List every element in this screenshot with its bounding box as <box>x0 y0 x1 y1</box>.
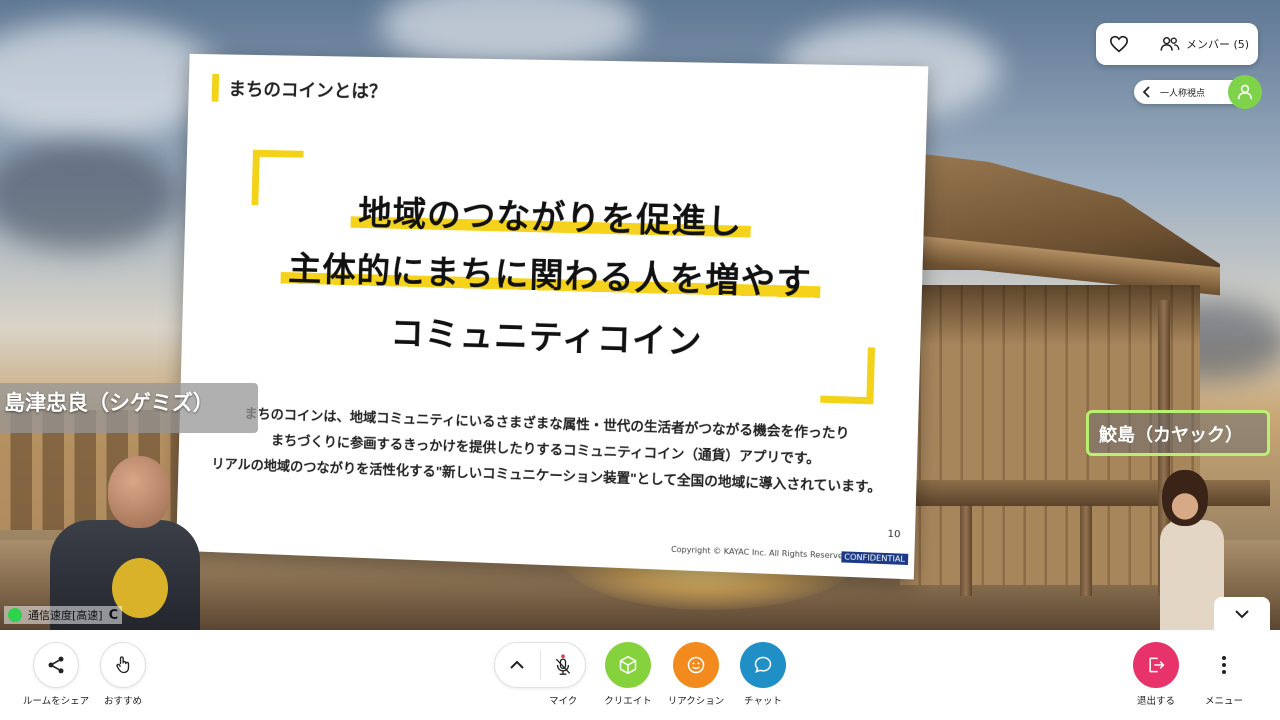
reaction-button-circle[interactable] <box>673 642 719 688</box>
mic-toggle-button[interactable] <box>540 642 585 688</box>
first-person-view-button[interactable] <box>1228 75 1262 109</box>
building-post <box>960 506 972 596</box>
chat-button-circle[interactable] <box>740 642 786 688</box>
network-status: 通信速度[高速] C <box>4 606 122 624</box>
slide-copyright: Copyright © KAYAC Inc. All Rights Reserv… <box>671 545 851 561</box>
headline-3-text: コミュニティコイン <box>390 315 703 362</box>
heart-icon <box>1109 35 1129 53</box>
chevron-up-icon <box>509 660 525 670</box>
mic-control-group <box>494 642 586 688</box>
favorite-button[interactable] <box>1096 23 1142 65</box>
mic-label: マイク <box>549 693 577 707</box>
building-post <box>1080 506 1092 596</box>
avatar-name-tag-right: 鮫島（カヤック） <box>1086 410 1270 456</box>
menu-label: メニュー <box>1205 693 1243 707</box>
smile-icon <box>686 655 706 675</box>
share-room-label: ルームをシェア <box>23 693 89 707</box>
menu-button-circle[interactable] <box>1201 642 1247 688</box>
reconnect-icon[interactable]: C <box>109 608 119 623</box>
view-mode-toggle[interactable]: 一人称視点 <box>1134 80 1258 104</box>
chat-bubble-icon <box>753 655 773 675</box>
exit-icon <box>1146 655 1166 675</box>
bottom-toolbar: ルームをシェア おすすめ マイク クリエイト リアクション チャット 退出する … <box>0 630 1280 720</box>
connection-indicator-icon <box>8 608 22 622</box>
chat-label: チャット <box>744 693 782 707</box>
headline-1-text: 地域のつながりを促進し <box>350 194 751 242</box>
chat-button[interactable]: チャット <box>725 642 801 707</box>
share-room-button[interactable]: ルームをシェア <box>18 642 94 707</box>
share-icon <box>46 655 66 675</box>
cloud <box>0 140 180 250</box>
create-label: クリエイト <box>604 693 652 707</box>
presentation-slide[interactable]: まちのコインとは？ 地域のつながりを促進し 主体的にまちに関わる人を増やす コミ… <box>176 54 928 580</box>
mic-muted-icon <box>553 654 573 676</box>
recommend-label: おすすめ <box>104 693 142 707</box>
network-speed-label: 通信速度[高速] <box>28 607 103 623</box>
virtual-space-scene[interactable]: まちのコインとは？ 地域のつながりを促進し 主体的にまちに関わる人を増やす コミ… <box>0 0 1280 630</box>
exit-label: 退出する <box>1137 693 1175 707</box>
slide-section-label: まちのコインとは？ <box>228 75 387 104</box>
recommend-button-circle[interactable] <box>100 642 146 688</box>
person-icon <box>1236 83 1254 101</box>
slide-headline-2: 主体的にまちに関わる人を増やす <box>183 239 923 307</box>
chevron-down-icon <box>1234 609 1250 619</box>
headline-2-text: 主体的にまちに関わる人を増やす <box>280 250 821 302</box>
slide-page-number: 10 <box>887 529 900 541</box>
members-label: メンバー (5) <box>1186 36 1249 52</box>
slide-headline-1: 地域のつながりを促進し <box>185 182 925 249</box>
cube-icon <box>618 655 638 675</box>
view-mode-label: 一人称視点 <box>1160 86 1228 99</box>
collapse-toolbar-button[interactable] <box>1214 597 1270 631</box>
tag-accent-bar <box>212 74 220 102</box>
recommend-button[interactable]: おすすめ <box>85 642 161 707</box>
share-button-circle[interactable] <box>33 642 79 688</box>
create-button[interactable]: クリエイト <box>590 642 666 707</box>
avatar-name-tag-left: 島津忠良（シゲミズ） <box>0 383 258 433</box>
reaction-label: リアクション <box>668 693 725 707</box>
avatar-head <box>1162 470 1208 526</box>
chevron-left-icon[interactable] <box>1134 86 1160 98</box>
reaction-button[interactable]: リアクション <box>658 642 734 707</box>
slide-headline-3: コミュニティコイン <box>182 300 921 370</box>
create-button-circle[interactable] <box>605 642 651 688</box>
pointer-hand-icon <box>113 655 133 675</box>
exit-button[interactable]: 退出する <box>1118 642 1194 707</box>
more-vertical-icon <box>1221 655 1227 675</box>
top-right-panel: メンバー (5) <box>1096 23 1258 65</box>
members-icon <box>1160 36 1180 52</box>
slide-section-tag: まちのコインとは？ <box>212 74 387 105</box>
expand-up-button[interactable] <box>495 642 540 688</box>
building-shadow <box>900 285 1200 345</box>
confidential-badge: CONFIDENTIAL <box>841 551 908 565</box>
members-button[interactable]: メンバー (5) <box>1142 36 1249 52</box>
menu-button[interactable]: メニュー <box>1186 642 1262 707</box>
exit-button-circle[interactable] <box>1133 642 1179 688</box>
avatar-shimazu[interactable] <box>20 450 190 630</box>
avatar-head <box>108 456 170 528</box>
